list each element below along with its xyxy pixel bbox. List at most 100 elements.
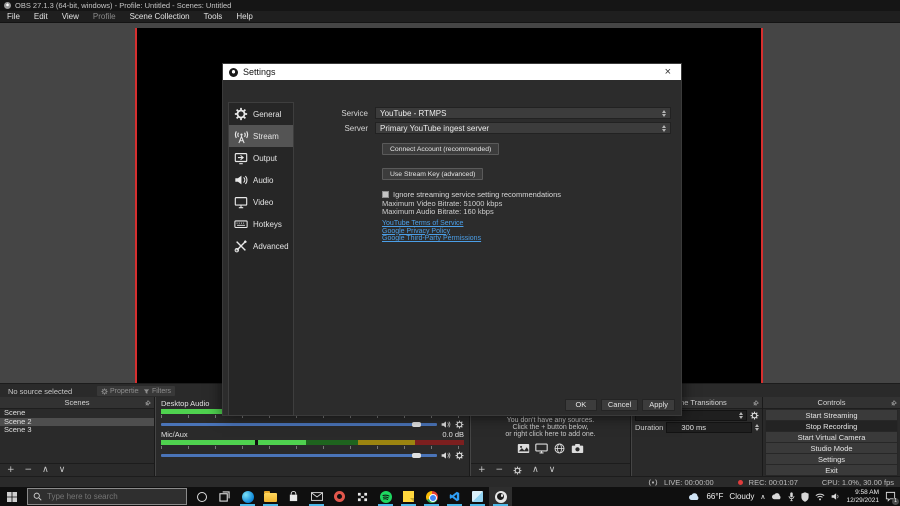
settings-button[interactable]: Settings	[765, 454, 898, 465]
weather-temp[interactable]: 66°F	[706, 492, 723, 501]
source-properties-gear-icon[interactable]	[513, 466, 522, 475]
gear-icon[interactable]	[455, 451, 464, 460]
scene-row[interactable]: Scene 3	[0, 426, 154, 435]
settings-sidebar: General Stream Output Audio Video Hotkey…	[228, 102, 294, 416]
transition-settings-gear-icon[interactable]	[750, 411, 759, 420]
network-icon[interactable]	[815, 492, 825, 501]
move-source-down-button[interactable]: ∨	[549, 464, 556, 477]
use-stream-key-button[interactable]: Use Stream Key (advanced)	[382, 168, 484, 180]
menu-bar: File Edit View Profile Scene Collection …	[0, 11, 900, 23]
taskbar-app-spotify[interactable]	[374, 487, 397, 506]
action-center-button[interactable]: 1	[885, 491, 899, 505]
mixer-channel-mic-aux: Mic/Aux 0.0 dB	[161, 430, 464, 460]
taskbar-search[interactable]	[27, 488, 187, 505]
menu-edit[interactable]: Edit	[27, 11, 55, 23]
taskbar-app-chrome[interactable]	[420, 487, 443, 506]
tray-expand-chevron-icon[interactable]: ∧	[760, 493, 765, 501]
obs-icon	[494, 490, 507, 503]
move-source-up-button[interactable]: ∧	[532, 464, 539, 477]
exit-button[interactable]: Exit	[765, 465, 898, 476]
controls-dock-header[interactable]: Controls	[763, 397, 900, 409]
remove-source-button[interactable]: −	[496, 464, 504, 477]
remove-scene-button[interactable]: −	[25, 464, 33, 477]
move-scene-down-button[interactable]: ∨	[59, 464, 66, 477]
taskbar-app-edge[interactable]	[236, 487, 259, 506]
settings-tab-video[interactable]: Video	[229, 191, 293, 213]
close-icon[interactable]: ×	[661, 64, 675, 80]
add-scene-button[interactable]: +	[7, 464, 15, 477]
taskbar-app-red[interactable]	[328, 487, 351, 506]
settings-dialog-titlebar[interactable]: Settings ×	[223, 64, 681, 80]
service-select[interactable]: YouTube - RTMPS	[375, 107, 671, 119]
volume-slider[interactable]	[161, 422, 437, 427]
settings-tab-general[interactable]: General	[229, 103, 293, 125]
taskbar-app-vscode[interactable]	[443, 487, 466, 506]
canvas-left-guide	[135, 28, 137, 383]
taskbar-app-obs[interactable]	[489, 487, 512, 506]
shield-icon[interactable]	[801, 491, 810, 502]
pin-icon[interactable]	[145, 400, 151, 406]
taskbar-app-game[interactable]	[351, 487, 374, 506]
start-button[interactable]	[0, 487, 24, 506]
canvas-right-guide	[761, 28, 763, 383]
duration-input[interactable]: 300 ms	[666, 422, 752, 433]
volume-icon[interactable]	[831, 492, 840, 501]
google-privacy-link[interactable]: Google Privacy Policy	[382, 228, 671, 236]
ok-button[interactable]: OK	[564, 399, 597, 411]
google-third-party-link[interactable]: Google Third-Party Permissions	[382, 235, 671, 243]
onedrive-cloud-icon[interactable]	[771, 493, 782, 500]
server-select[interactable]: Primary YouTube ingest server	[375, 122, 671, 134]
microphone-icon[interactable]	[788, 491, 795, 502]
scenes-dock-header[interactable]: Scenes	[0, 397, 154, 409]
cortana-button[interactable]	[190, 487, 213, 506]
taskbar-app-store[interactable]	[282, 487, 305, 506]
antenna-icon	[233, 128, 249, 144]
add-source-button[interactable]: +	[478, 464, 486, 477]
spotify-icon	[379, 490, 392, 503]
taskbar-app-sticky-notes[interactable]	[397, 487, 420, 506]
taskbar-clock[interactable]: 9:58 AM 12/29/2021	[846, 489, 879, 504]
ignore-recommendations-label: Ignore streaming service setting recomme…	[393, 190, 561, 199]
move-scene-up-button[interactable]: ∧	[42, 464, 49, 477]
gear-icon	[101, 387, 108, 395]
youtube-terms-link[interactable]: YouTube Terms of Service	[382, 220, 671, 228]
studio-mode-button[interactable]: Studio Mode	[765, 443, 898, 454]
settings-tab-stream[interactable]: Stream	[229, 125, 293, 147]
start-virtual-camera-button[interactable]: Start Virtual Camera	[765, 432, 898, 443]
duration-spinner[interactable]	[755, 424, 759, 431]
gear-icon[interactable]	[455, 420, 464, 429]
speaker-icon[interactable]	[441, 451, 451, 460]
weather-condition[interactable]: Cloudy	[729, 492, 754, 501]
volume-slider[interactable]	[161, 453, 437, 458]
stop-recording-button[interactable]: Stop Recording	[765, 421, 898, 432]
taskbar-app-photos[interactable]	[466, 487, 489, 506]
menu-profile[interactable]: Profile	[86, 11, 123, 23]
slider-handle[interactable]	[412, 453, 422, 458]
start-streaming-button[interactable]: Start Streaming	[765, 409, 898, 421]
apply-button[interactable]: Apply	[642, 399, 675, 411]
settings-tab-hotkeys[interactable]: Hotkeys	[229, 213, 293, 235]
filters-button[interactable]: Filters	[139, 386, 176, 396]
globe-icon	[554, 443, 565, 454]
search-input[interactable]	[47, 492, 167, 501]
slider-handle[interactable]	[412, 422, 422, 427]
settings-tab-audio[interactable]: Audio	[229, 169, 293, 191]
menu-scene-collection[interactable]: Scene Collection	[123, 11, 197, 23]
sources-toolbar: + − ∧ ∨	[471, 463, 630, 476]
channel-name: Desktop Audio	[161, 399, 210, 408]
settings-tab-advanced[interactable]: Advanced	[229, 235, 293, 257]
menu-help[interactable]: Help	[229, 11, 259, 23]
menu-view[interactable]: View	[55, 11, 86, 23]
taskbar-app-mail[interactable]	[305, 487, 328, 506]
speaker-icon[interactable]	[441, 420, 451, 429]
menu-file[interactable]: File	[0, 11, 27, 23]
connect-account-button[interactable]: Connect Account (recommended)	[382, 143, 500, 155]
pin-icon[interactable]	[753, 400, 759, 406]
taskbar-app-file-explorer[interactable]	[259, 487, 282, 506]
ignore-recommendations-checkbox[interactable]	[382, 191, 389, 198]
cancel-button[interactable]: Cancel	[600, 399, 639, 411]
settings-tab-output[interactable]: Output	[229, 147, 293, 169]
task-view-button[interactable]	[213, 487, 236, 506]
menu-tools[interactable]: Tools	[197, 11, 230, 23]
pin-icon[interactable]	[891, 400, 897, 406]
